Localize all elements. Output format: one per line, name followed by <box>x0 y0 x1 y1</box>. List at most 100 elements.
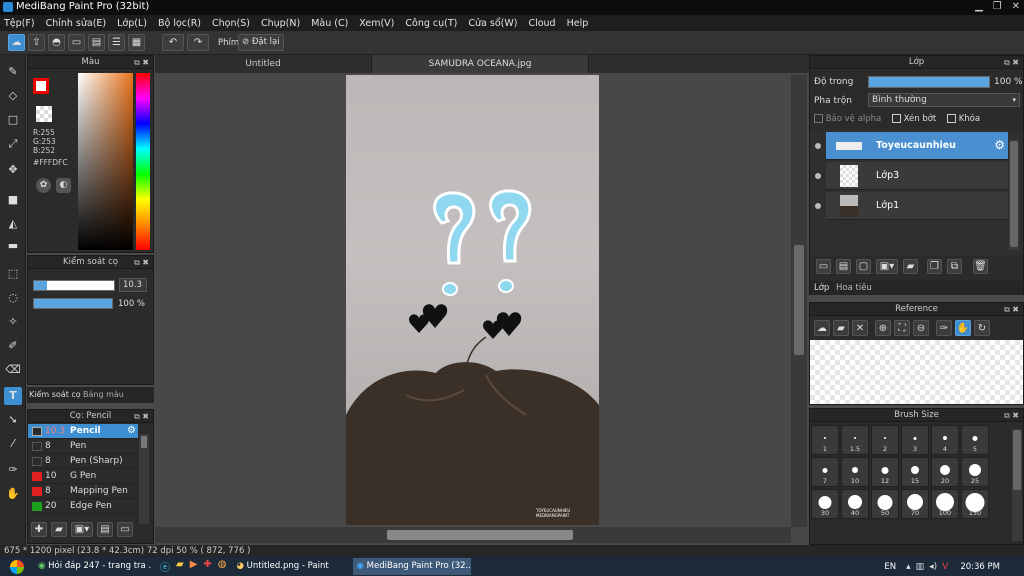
eye-icon[interactable] <box>815 173 821 179</box>
layer-list-scrollbar[interactable] <box>1009 140 1019 250</box>
clipping-checkbox[interactable] <box>891 114 901 123</box>
brush-size-cell[interactable]: 1 <box>811 425 839 455</box>
brush-size-slider[interactable] <box>33 280 115 291</box>
brush-size-scrollbar[interactable] <box>1012 429 1022 541</box>
menu-filter[interactable]: Bộ lọc(R) <box>158 18 201 29</box>
chat-icon[interactable]: ▭ <box>68 34 85 51</box>
panel-controls-icon[interactable]: ⧉ ✖ <box>1004 409 1019 422</box>
reset-button[interactable]: ⊘ Đặt lại <box>238 34 284 51</box>
saturation-value-picker[interactable] <box>78 73 133 250</box>
menu-select[interactable]: Chọn(S) <box>212 18 250 29</box>
brush-size-cell[interactable]: 100 <box>931 489 959 519</box>
brush-list-scrollbar[interactable] <box>139 434 149 524</box>
tab-samudra-oceana[interactable]: SAMUDRA OCEANA.jpg <box>372 55 589 73</box>
lasso-tool-icon[interactable]: ◌ <box>4 289 22 307</box>
layer-menu-icon[interactable]: ▣▾ <box>876 259 898 274</box>
gradient-tool-icon[interactable]: ▬ <box>4 237 22 255</box>
media-icon[interactable]: ▶ <box>190 559 198 574</box>
brush-opacity-slider[interactable] <box>33 298 113 309</box>
brush-size-cell[interactable]: 2 <box>871 425 899 455</box>
select-rect-icon[interactable]: ⬚ <box>4 265 22 283</box>
rotate-icon[interactable]: ↻ <box>974 320 990 336</box>
eraser-tool-icon[interactable]: ◇ <box>4 87 22 105</box>
brush-size-cell[interactable]: 10 <box>841 457 869 487</box>
text-tool-icon[interactable]: T <box>4 387 22 405</box>
new-8bit-layer-icon[interactable]: ▢ <box>856 259 871 274</box>
cloud-icon[interactable]: ☁ <box>8 34 25 51</box>
select-pen-icon[interactable]: ✐ <box>4 337 22 355</box>
magic-wand-icon[interactable]: ✧ <box>4 313 22 331</box>
reference-preview[interactable] <box>810 340 1023 404</box>
tab-brush-control[interactable]: Kiểm soát cọ <box>29 390 81 399</box>
brush-item-mapping-pen[interactable]: 8 Mapping Pen <box>28 484 138 499</box>
dropper-tool-icon[interactable]: ⁄ <box>4 435 22 453</box>
brush-item-edge-pen[interactable]: 20 Edge Pen <box>28 499 138 514</box>
reference-open-icon[interactable]: ▰ <box>833 320 849 336</box>
menu-color[interactable]: Màu (C) <box>311 18 348 29</box>
brush-size-cell[interactable]: 15 <box>901 457 929 487</box>
grid-icon[interactable]: ▦ <box>128 34 145 51</box>
new-halftone-layer-icon[interactable]: ▤ <box>836 259 851 274</box>
comment-icon[interactable]: ◓ <box>48 34 65 51</box>
panel-controls-icon[interactable]: ⧉ ✖ <box>134 56 149 69</box>
hand-tool-icon[interactable]: ✋ <box>4 485 22 503</box>
palette-icon[interactable]: ✿ <box>36 178 51 193</box>
brush-doc-icon[interactable]: ▤ <box>97 522 113 537</box>
explorer-icon[interactable]: ▰ <box>176 559 184 574</box>
rectangle-tool-icon[interactable]: □ <box>4 111 22 129</box>
bucket-tool-icon[interactable]: ◭ <box>4 215 22 233</box>
taskbar-item-paint[interactable]: ◕ Untitled.png - Paint <box>233 558 351 575</box>
blend-mode-select[interactable]: Bình thường ▾ <box>868 93 1020 107</box>
primary-color-swatch[interactable] <box>33 78 49 94</box>
layer-opacity-slider[interactable] <box>868 76 990 88</box>
taskbar-item-browser[interactable]: ◉ Hỏi đáp 247 - trang tra ... <box>34 558 152 575</box>
brush-size-cell[interactable]: 50 <box>871 489 899 519</box>
brush-folder-icon[interactable]: ▭ <box>117 522 133 537</box>
trash-icon[interactable]: 🗑 <box>973 259 988 274</box>
brush-size-value[interactable]: 10.3 <box>119 278 147 292</box>
hue-slider[interactable] <box>136 73 150 250</box>
menu-cloud[interactable]: Cloud <box>528 18 555 29</box>
eyedropper-icon[interactable]: ✑ <box>936 320 952 336</box>
brush-size-cell[interactable]: 3 <box>901 425 929 455</box>
document-icon[interactable]: ▤ <box>88 34 105 51</box>
brush-item-g-pen[interactable]: 10 G Pen <box>28 469 138 484</box>
undo-icon[interactable]: ↶ <box>162 34 184 51</box>
brush-size-cell[interactable]: 70 <box>901 489 929 519</box>
brush-size-cell[interactable]: 150 <box>961 489 989 519</box>
menu-file[interactable]: Tệp(F) <box>4 18 35 29</box>
menu-view[interactable]: Xem(V) <box>359 18 394 29</box>
layer-row[interactable]: Lớp3 <box>826 162 1008 190</box>
brush-size-cell[interactable]: 12 <box>871 457 899 487</box>
brush-size-cell[interactable]: 7 <box>811 457 839 487</box>
volume-icon[interactable]: ◂) <box>929 562 937 572</box>
redo-icon[interactable]: ↷ <box>187 34 209 51</box>
brush-size-cell[interactable]: 30 <box>811 489 839 519</box>
brush-size-cell[interactable]: 4 <box>931 425 959 455</box>
gear-icon[interactable]: ⚙ <box>127 425 136 436</box>
brush-menu-icon[interactable]: ▣▾ <box>71 522 93 537</box>
brush-size-cell[interactable]: 40 <box>841 489 869 519</box>
layer-row[interactable]: Toyeucaunhieu ⚙ <box>826 132 1008 160</box>
zoom-out-icon[interactable]: ⊖ <box>913 320 929 336</box>
brush-item-pencil[interactable]: 10.3 Pencil ⚙ <box>28 424 138 439</box>
chrome-icon[interactable]: ◍ <box>218 559 227 574</box>
fill-rect-tool-icon[interactable]: ■ <box>4 191 22 209</box>
eye-icon[interactable] <box>815 203 821 209</box>
tab-navigator[interactable]: Hoa tiêu <box>836 283 872 293</box>
secondary-color-swatch[interactable] <box>36 106 52 122</box>
zoom-in-icon[interactable]: ⊕ <box>875 320 891 336</box>
brush-size-cell[interactable]: 20 <box>931 457 959 487</box>
fit-icon[interactable]: ⛶ <box>894 320 910 336</box>
canvas-vertical-scrollbar[interactable] <box>791 75 807 527</box>
reference-cloud-icon[interactable]: ☁ <box>814 320 830 336</box>
brush-size-cell[interactable]: 5 <box>961 425 989 455</box>
ie-icon[interactable]: ⓔ <box>160 559 170 574</box>
tab-color-table[interactable]: Bảng màu <box>83 390 124 399</box>
list-icon[interactable]: ☰ <box>108 34 125 51</box>
app-icon[interactable]: ✚ <box>203 559 211 574</box>
panel-controls-icon[interactable]: ⧉ ✖ <box>134 256 149 269</box>
tray-up-icon[interactable]: ▴ <box>906 562 911 572</box>
folder-icon[interactable]: ▰ <box>51 522 67 537</box>
minimize-icon[interactable]: ▁ <box>975 1 983 12</box>
